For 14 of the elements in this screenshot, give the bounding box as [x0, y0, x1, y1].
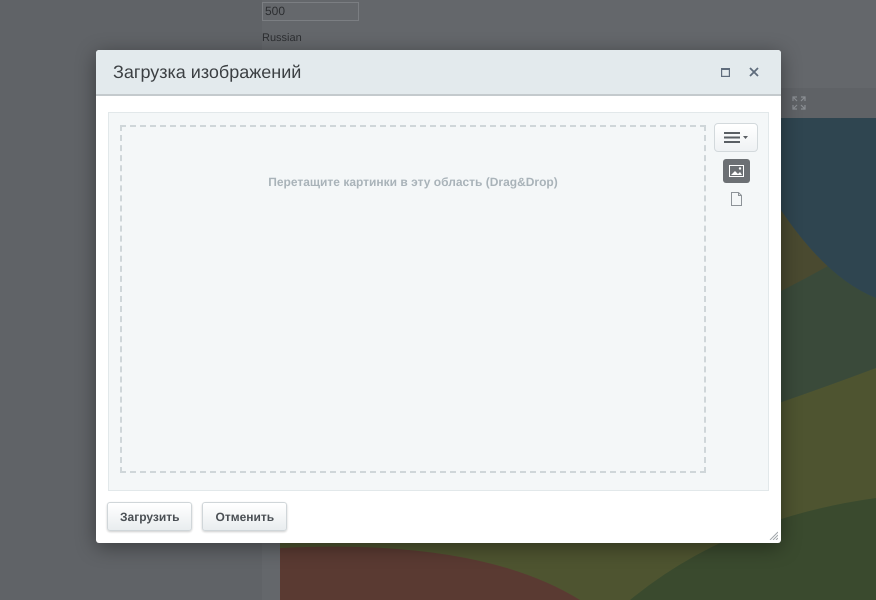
image-icon — [728, 165, 744, 177]
field-label: Russian — [262, 31, 303, 46]
dialog-title: Загрузка изображений — [113, 60, 302, 84]
dialog-button[interactable]: Отменить — [202, 502, 288, 531]
file-icon — [730, 192, 742, 206]
images-view-button[interactable] — [722, 159, 750, 183]
drop-hint: Перетащите картинки в эту область (Drag&Drop) — [268, 174, 558, 191]
maximize-icon[interactable] — [721, 68, 730, 76]
close-icon[interactable] — [749, 67, 759, 77]
menu-icon — [724, 132, 740, 143]
caret-icon — [743, 136, 748, 139]
menu-dropdown-button[interactable] — [714, 123, 758, 152]
dialog-button[interactable]: Загрузить — [107, 502, 192, 531]
resize-grip-icon[interactable] — [768, 530, 778, 540]
